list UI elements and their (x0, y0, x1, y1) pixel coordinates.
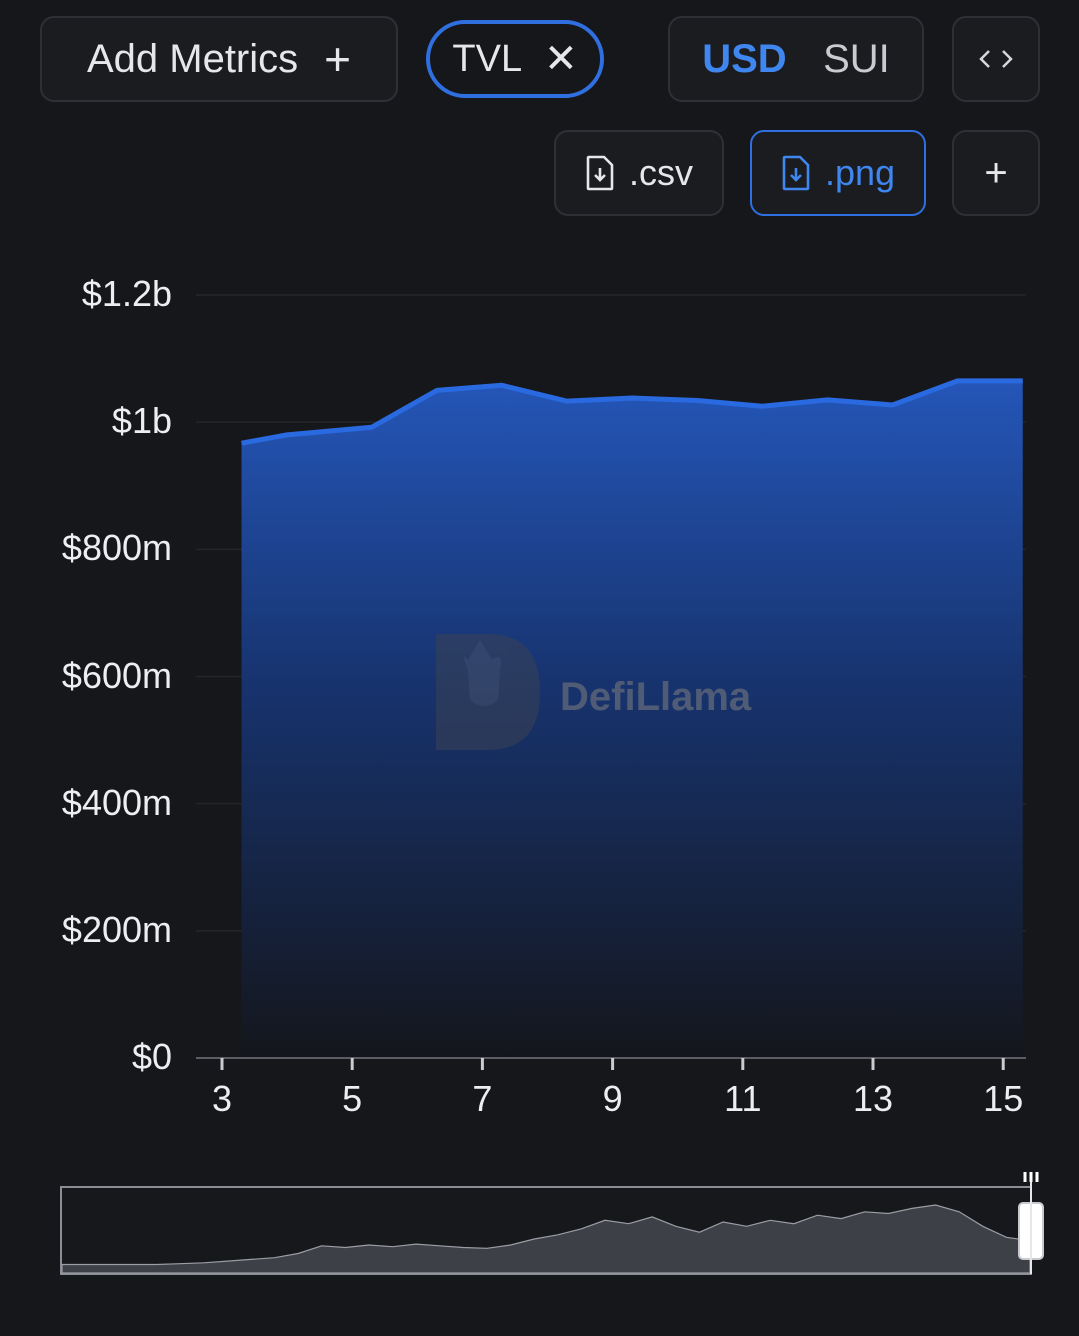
tvl-area-chart: DefiLlama (60, 294, 1044, 1275)
brush-overview[interactable] (60, 1172, 1044, 1275)
x-axis-ticks (220, 1058, 1005, 1070)
grip-icon (1023, 1172, 1039, 1182)
watermark-text: DefiLlama (560, 675, 752, 719)
defillama-logo (436, 634, 540, 750)
tvl-area-fill (241, 380, 1023, 1058)
